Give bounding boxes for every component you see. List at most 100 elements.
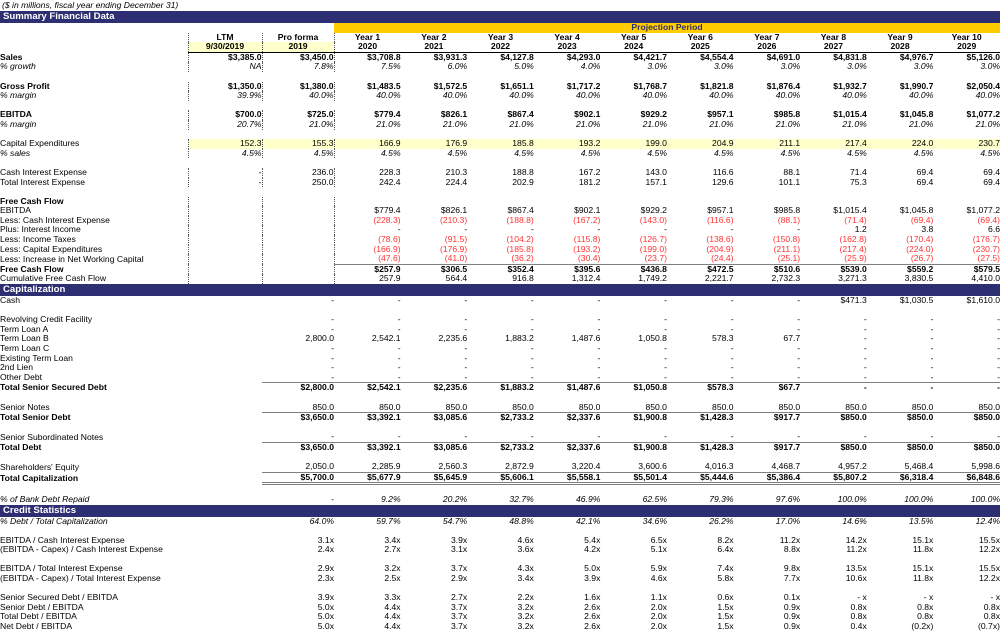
value-cell: 0.9x [783,601,801,612]
value-cell: 5.0x [317,621,334,632]
value-cell: - [464,314,468,325]
value-cell: (47.6) [334,253,401,265]
row-label: Less: Increase in Net Working Capital [0,253,144,264]
empty-cell [188,603,262,613]
value-cell: 2,050.0 [262,461,334,473]
value-cell: 4.0% [580,61,601,72]
value-cell: 62.5% [642,493,667,504]
row-label: Senior Secured Debt / EBITDA [0,592,118,603]
value-cell: 1,749.2 [638,273,667,284]
value-cell: $5,444.6 [666,471,734,486]
value-cell: 2.7x [450,592,468,603]
empty-cell [187,225,263,236]
value-cell: $5,807.2 [800,471,867,486]
spacer-row [0,306,1000,316]
table-row: Senior Debt / EBITDA 5.0x 4.4x 3.7x 3.2x 2.6x… [0,601,1000,613]
value-cell: - [930,323,934,334]
value-cell: - [997,314,1000,325]
value-cell: - [530,362,534,373]
row-label: Other Debt [0,372,43,383]
header-year-value-9: 2028 [866,41,934,53]
table-row: Total Debt / EBITDA 5.0x 4.4x 3.7x 3.2x 2.6x 2… [0,612,1000,622]
empty-cell [188,536,262,546]
table-row: % margin 39.9% 40.0% 40.0% 40.0% 40.0% 40.0% 40… [0,91,1000,101]
value-cell: $850.0 [933,441,1000,453]
value-cell: 20.7% [187,119,263,130]
value-cell: 40.0% [642,90,667,101]
empty-cell [187,274,263,285]
value-cell: 850.0 [933,402,1000,414]
value-cell: (143.0) [639,214,667,225]
value-cell: $1,050.8 [600,382,667,393]
credit-statistics-table: % Debt / Total Capitalization 64.0% 59.7% 5… [0,515,1000,632]
value-cell: 850.0 [733,402,801,414]
value-cell: - [334,431,401,443]
table-row: % sales 4.5% 4.5% 4.5% 4.5% 4.5% 4.5% 4.5% 4.5% 4… [0,148,1000,159]
value-cell: 2.0x [650,601,667,612]
value-cell: $3,650.0 [262,441,334,453]
value-cell: $1,428.3 [666,412,734,423]
row-label: Total Interest Expense [0,176,86,187]
value-cell: - [797,295,801,306]
value-cell: 1,883.2 [505,333,534,344]
value-cell: - [397,295,401,306]
value-cell: $850.0 [866,412,934,423]
value-cell: 4,468.7 [733,461,801,473]
value-cell: 48.8% [509,515,534,526]
row-label: (EBITDA - Capex) / Total Interest Expens… [0,573,161,584]
value-cell: - [930,362,934,373]
value-cell: - x [990,592,1000,603]
value-cell: 850.0 [262,402,334,414]
value-cell: $3,392.1 [334,412,401,423]
empty-cell [187,206,263,216]
value-cell: 4.4x [384,601,401,612]
spacer-cell [0,23,188,33]
value-cell: $471.3 [840,295,867,306]
value-cell: $1,610.0 [966,295,1000,306]
empty-cell [188,545,262,555]
table-row: 2nd Lien - - - - - - - - - - - [0,363,1000,373]
value-cell: (41.0) [400,253,468,265]
value-cell: 9.2% [381,493,401,504]
value-cell: 3.2x [517,611,534,622]
value-cell: $2,337.6 [533,441,601,453]
value-cell: - [863,352,867,363]
value-cell: 850.0 [800,402,867,414]
value-cell: $850.0 [933,412,1000,423]
value-cell: 850.0 [467,402,534,414]
value-cell: 40.0% [908,90,934,101]
value-cell: 75.3 [850,176,867,187]
value-cell: 4.2x [584,544,601,555]
value-cell: - [797,314,801,325]
row-label: % of Bank Debt Repaid [0,493,90,504]
value-cell: 3.9x [584,573,601,584]
value-cell: - [331,295,334,306]
value-cell: 4,410.0 [971,273,1000,284]
empty-cell [188,383,262,393]
value-cell: 69.4 [916,176,934,187]
header-year-value-4: 2023 [533,41,601,53]
document-subtitle: ($ in millions, fiscal year ending Decem… [2,0,179,10]
value-cell: 3.3x [384,592,401,603]
empty-cell [187,244,263,255]
value-cell: (116.6) [706,214,734,225]
value-cell: 2.0x [650,611,667,622]
empty-cell [188,517,262,527]
table-row: Senior Subordinated Notes - - - - - - - - - - - [0,431,1000,443]
value-cell: (26.7) [866,253,934,265]
value-cell: 0.8x [983,601,1000,612]
value-cell: 2.3x [317,573,334,584]
header-year-value-1: 2020 [334,41,401,53]
summary-financial-table: Sales $3,385.0 $3,450.0 $3,708.8 $3,931.3 $4,… [0,52,1000,188]
value-cell: 12.2x [978,573,1000,584]
value-cell: - [664,352,667,363]
value-cell: - x [857,592,867,603]
value-cell: 1.5x [717,611,734,622]
empty-cell [188,432,262,442]
value-cell: $5,700.0 [262,471,334,486]
empty-cell [262,225,335,236]
empty-cell [188,315,262,325]
value-cell: (30.4) [533,253,601,265]
value-cell: 1,312.4 [571,273,601,284]
value-cell: 2.9x [450,573,468,584]
